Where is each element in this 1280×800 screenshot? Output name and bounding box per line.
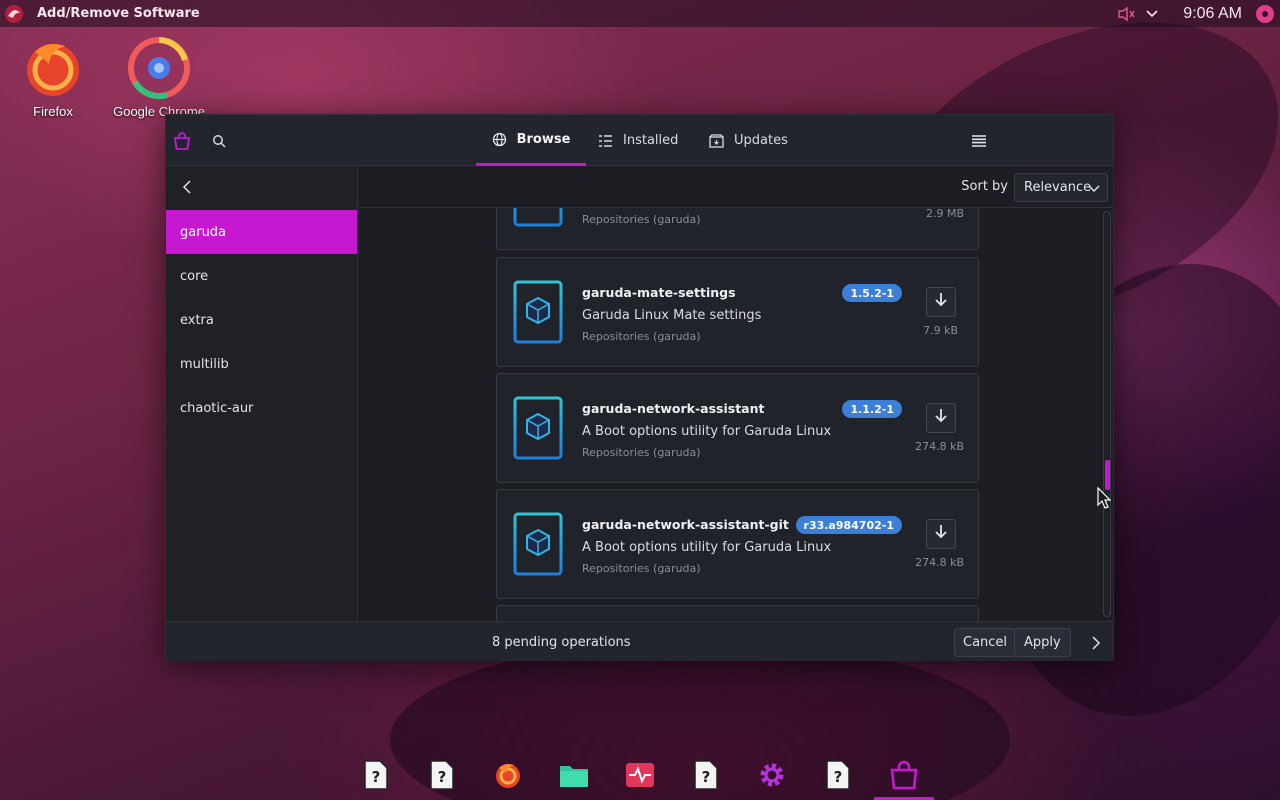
- dock: ? ? ? ?: [343, 752, 943, 800]
- sort-bar: Sort by Relevance: [359, 166, 1113, 208]
- mouse-cursor-icon: [1097, 486, 1112, 513]
- package-repo: Repositories (garuda): [582, 330, 701, 343]
- tab-label: Updates: [734, 133, 788, 148]
- search-icon[interactable]: [207, 129, 231, 153]
- package-version-badge: 1.1.2-1: [842, 400, 902, 418]
- pending-operations-bar: 8 pending operations Cancel Apply: [166, 621, 1113, 661]
- tab-installed[interactable]: Installed: [598, 115, 678, 166]
- scrollbar[interactable]: [1103, 211, 1111, 617]
- chevron-left-icon: [182, 179, 192, 198]
- package-card[interactable]: garuda-network-assistant-git r33.a984702…: [496, 489, 979, 599]
- settings-icon[interactable]: [755, 758, 789, 792]
- package-icon: [513, 512, 563, 576]
- package-description: A Boot options utility for Garuda Linux: [582, 424, 832, 439]
- package-card[interactable]: garuda-network-assistant 1.1.2-1 A Boot …: [496, 373, 979, 483]
- package-icon: [513, 280, 563, 344]
- software-window: Browse Installed Updates garuda core ext…: [165, 114, 1114, 661]
- sidebar-item-label: extra: [180, 312, 214, 328]
- package-version-badge: r33.a984702-1: [795, 516, 902, 534]
- sidebar-item-multilib[interactable]: multilib: [166, 342, 357, 386]
- clock[interactable]: 9:06 AM: [1183, 5, 1242, 23]
- svg-text:?: ?: [702, 768, 711, 786]
- sort-label: Sort by: [961, 179, 1008, 194]
- download-arrow-icon: [934, 408, 948, 428]
- chevron-right-icon[interactable]: [1091, 635, 1101, 654]
- store-bag-icon[interactable]: [170, 129, 194, 153]
- apply-label: Apply: [1024, 635, 1061, 650]
- unknown-app-icon[interactable]: ?: [359, 758, 393, 792]
- download-arrow-icon: [934, 524, 948, 544]
- desktop-icon-chrome[interactable]: Google Chrome: [111, 36, 207, 119]
- package-size: 274.8 kB: [915, 440, 964, 453]
- install-button[interactable]: [926, 519, 956, 549]
- install-button[interactable]: [926, 403, 956, 433]
- package-card[interactable]: garuda-mate-settings 1.5.2-1 Garuda Linu…: [496, 257, 979, 367]
- unknown-app-icon[interactable]: ?: [689, 758, 723, 792]
- package-size: 274.8 kB: [915, 556, 964, 569]
- sidebar-item-label: chaotic-aur: [180, 400, 254, 416]
- firefox-icon: [5, 36, 101, 100]
- cancel-button[interactable]: Cancel: [954, 628, 1017, 657]
- cancel-label: Cancel: [963, 635, 1008, 650]
- svg-text:?: ?: [438, 768, 447, 786]
- sidebar-item-extra[interactable]: extra: [166, 298, 357, 342]
- chevron-down-icon: [1088, 182, 1100, 197]
- package-list-area: Sort by Relevance Repositories (garuda) …: [359, 166, 1113, 621]
- garuda-logo-icon[interactable]: [3, 3, 25, 25]
- package-name: garuda-network-assistant: [582, 401, 765, 416]
- top-panel: Add/Remove Software 9:06 AM: [0, 0, 1280, 27]
- updates-icon: [709, 133, 724, 148]
- tab-label: Installed: [623, 133, 679, 148]
- desktop-icon-label: Firefox: [33, 104, 73, 119]
- repository-sidebar: garuda core extra multilib chaotic-aur: [166, 166, 358, 621]
- firefox-icon[interactable]: [491, 758, 525, 792]
- package-description: Garuda Linux Mate settings: [582, 308, 762, 323]
- sidebar-item-label: multilib: [180, 356, 229, 372]
- tab-updates[interactable]: Updates: [709, 115, 788, 166]
- package-size: 7.9 kB: [923, 324, 958, 337]
- sidebar-item-core[interactable]: core: [166, 254, 357, 298]
- files-icon[interactable]: [557, 758, 591, 792]
- window-header: Browse Installed Updates: [166, 115, 1113, 166]
- package-description: A Boot options utility for Garuda Linux: [582, 540, 832, 555]
- scrollbar-thumb[interactable]: [1105, 460, 1110, 490]
- pending-operations-label: 8 pending operations: [492, 635, 631, 650]
- volume-muted-icon[interactable]: [1117, 6, 1135, 22]
- package-repo: Repositories (garuda): [582, 446, 701, 459]
- package-icon: [513, 396, 563, 460]
- sidebar-item-label: core: [180, 268, 209, 284]
- list-icon: [598, 134, 613, 148]
- install-button[interactable]: [926, 287, 956, 317]
- svg-text:?: ?: [372, 768, 381, 786]
- package-name: garuda-network-assistant-git: [582, 517, 789, 532]
- package-version-badge: 1.5.2-1: [842, 284, 902, 302]
- tab-label: Browse: [516, 131, 571, 147]
- download-arrow-icon: [934, 292, 948, 312]
- chevron-down-icon[interactable]: [1145, 9, 1159, 19]
- svg-text:?: ?: [834, 768, 843, 786]
- package-card[interactable]: [496, 605, 979, 621]
- package-size: 2.9 MB: [925, 207, 964, 220]
- package-name: garuda-mate-settings: [582, 285, 736, 300]
- sort-dropdown[interactable]: Relevance: [1014, 173, 1108, 202]
- system-monitor-icon[interactable]: [623, 758, 657, 792]
- unknown-app-icon[interactable]: ?: [425, 758, 459, 792]
- hamburger-menu-icon[interactable]: [967, 129, 991, 153]
- chrome-icon: [111, 36, 207, 100]
- apply-button[interactable]: Apply: [1014, 628, 1071, 657]
- tab-browse[interactable]: Browse: [476, 115, 586, 166]
- user-avatar-icon[interactable]: [1256, 4, 1274, 23]
- package-repo: Repositories (garuda): [582, 213, 701, 226]
- sidebar-item-chaotic-aur[interactable]: chaotic-aur: [166, 386, 357, 430]
- sidebar-item-label: garuda: [180, 224, 227, 240]
- sidebar-item-garuda[interactable]: garuda: [166, 210, 357, 254]
- back-button[interactable]: [166, 166, 357, 210]
- software-store-icon[interactable]: [887, 758, 921, 792]
- desktop-icon-firefox[interactable]: Firefox: [5, 36, 101, 119]
- unknown-app-icon[interactable]: ?: [821, 758, 855, 792]
- package-repo: Repositories (garuda): [582, 562, 701, 575]
- sort-value: Relevance: [1024, 180, 1092, 195]
- globe-icon: [492, 132, 507, 147]
- active-app-title: Add/Remove Software: [37, 6, 200, 21]
